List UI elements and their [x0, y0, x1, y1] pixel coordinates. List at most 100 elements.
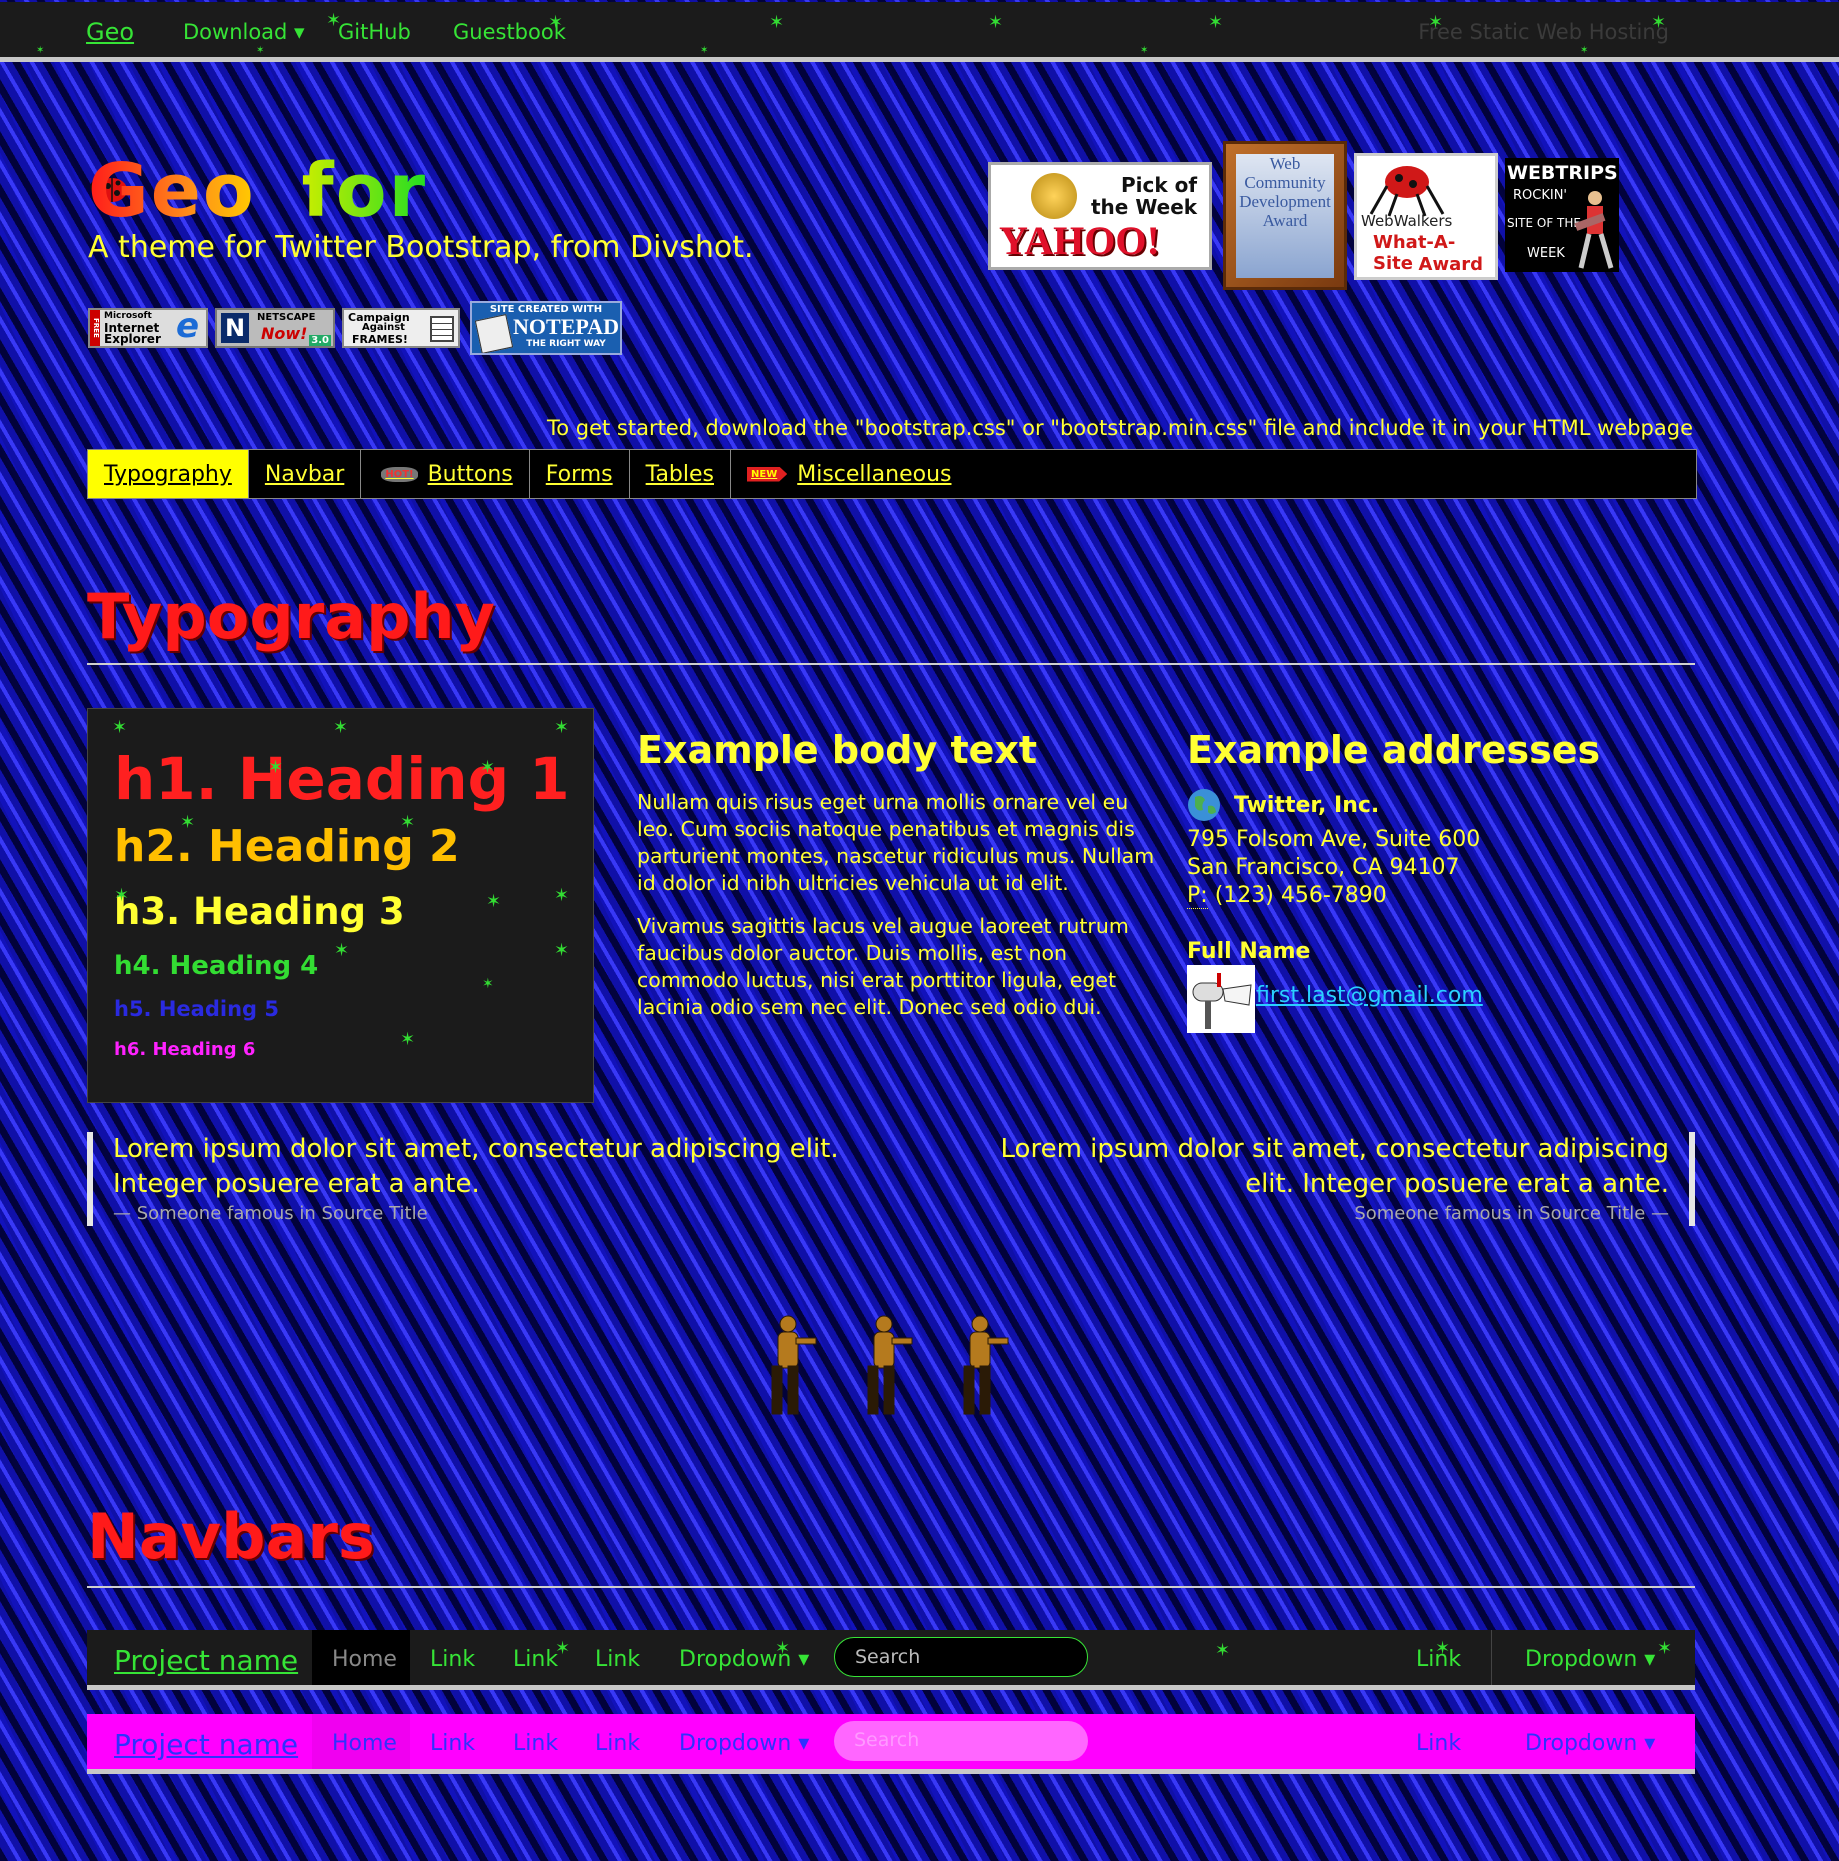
navbar-home[interactable]: Home: [332, 1647, 397, 1672]
navbar-inverse: Project name Home Link Link Link Dropdow…: [87, 1714, 1695, 1774]
badge-line3: THE RIGHT WAY: [526, 339, 606, 349]
section-divider: [87, 663, 1695, 665]
quote-text: Lorem ipsum dolor sit amet, consectetur …: [1000, 1134, 1669, 1199]
tab-label: Navbar: [264, 461, 345, 487]
navbar-brand[interactable]: Project name: [114, 1644, 298, 1677]
award-line3: YAHOO!: [999, 218, 1160, 263]
email-link[interactable]: first.last@gmail.com: [1256, 983, 1483, 1008]
navbar-link-3[interactable]: Link: [595, 1647, 640, 1672]
sparkle-icon: ✶: [1140, 45, 1149, 56]
no-frames-badge[interactable]: Campaign Against FRAMES!: [342, 308, 460, 348]
badge-line3: Explorer: [104, 332, 161, 346]
badge-side-label: FREE: [90, 310, 100, 346]
sparkle-icon: ✶: [988, 12, 1004, 33]
award-line1: WebWalkers: [1361, 212, 1453, 230]
guitarist-icon: [1574, 191, 1614, 269]
sparkle-icon: ✶: [112, 717, 128, 738]
body-paragraph-2: Vivamus sagittis lacus vel augue laoreet…: [637, 914, 1129, 1019]
webtrips-award[interactable]: WEBTRIPS ROCKIN' SITE OF THE WEEK: [1505, 158, 1619, 272]
tab-label: Buttons: [427, 461, 513, 487]
top-navbar: Geo Download ▾ GitHub Guestbook Free Sta…: [0, 2, 1839, 62]
heading-3: h3. Heading 3: [114, 890, 405, 933]
nav-download-dropdown[interactable]: Download ▾: [183, 20, 305, 44]
heading-4: h4. Heading 4: [114, 951, 319, 981]
sparkle-icon: ✶: [486, 891, 502, 912]
nav-guestbook[interactable]: Guestbook: [453, 20, 566, 44]
navbar-divider: [1491, 1630, 1492, 1685]
navbar-right-dropdown[interactable]: Dropdown ▾: [1525, 1647, 1655, 1672]
navbar-link-1[interactable]: Link: [430, 1647, 475, 1672]
sparkle-icon: ✶: [769, 12, 785, 33]
navbar-default: Project name Home Link Link Link Dropdow…: [87, 1630, 1695, 1690]
quote-source: — Someone famous in Source Title: [113, 1203, 428, 1224]
addresses-title: Example addresses: [1187, 728, 1601, 772]
tab-miscellaneous[interactable]: NEW Miscellaneous: [731, 450, 967, 498]
ie-logo-icon: e: [176, 308, 200, 346]
navbar-link-1[interactable]: Link: [430, 1731, 475, 1756]
sparkle-icon: ✶: [482, 976, 494, 992]
heading-2: h2. Heading 2: [114, 821, 460, 872]
navbar-dropdown[interactable]: Dropdown ▾: [679, 1731, 809, 1756]
navbar-right-link[interactable]: Link: [1416, 1731, 1461, 1756]
award-line2: Community: [1244, 173, 1326, 192]
blockquote-left: Lorem ipsum dolor sit amet, consectetur …: [87, 1132, 873, 1226]
netscape-logo-icon: N: [221, 313, 249, 343]
street-address: 795 Folsom Ave, Suite 600: [1187, 827, 1481, 852]
badge-version: 3.0: [309, 335, 331, 346]
section-divider: [87, 1586, 1695, 1588]
navbar-link-2[interactable]: Link: [513, 1647, 558, 1672]
full-name: Full Name: [1187, 939, 1311, 964]
ie-badge[interactable]: FREE Microsoft Internet Explorer e: [88, 308, 208, 348]
phone-label: P:: [1187, 883, 1208, 909]
phone-line: P: (123) 456-7890: [1187, 882, 1387, 910]
netscape-badge[interactable]: N NETSCAPE Now! 3.0: [215, 308, 335, 348]
navbar-dropdown[interactable]: Dropdown ▾: [679, 1647, 809, 1672]
navbar-link-2[interactable]: Link: [513, 1731, 558, 1756]
city-address: San Francisco, CA 94107: [1187, 855, 1460, 880]
tab-navbar[interactable]: Navbar: [249, 450, 362, 498]
title-word-for: for: [301, 148, 428, 234]
yahoo-award[interactable]: Pick of the Week YAHOO!: [988, 162, 1212, 270]
tab-forms[interactable]: Forms: [530, 450, 630, 498]
award-line3: SITE OF THE: [1507, 216, 1581, 230]
tab-tables[interactable]: Tables: [630, 450, 731, 498]
nav-github[interactable]: GitHub: [338, 20, 411, 44]
navbar-link-3[interactable]: Link: [595, 1731, 640, 1756]
navbar-brand[interactable]: Project name: [114, 1728, 298, 1761]
sparkle-icon: ✶: [400, 1029, 416, 1050]
award-line1: Pick of: [1121, 173, 1198, 197]
tab-label: Forms: [545, 461, 613, 487]
page-title: Geo for: [88, 148, 427, 234]
badge-line3: FRAMES!: [352, 333, 408, 346]
navbar-right-dropdown[interactable]: Dropdown ▾: [1525, 1731, 1655, 1756]
phone-number: (123) 456-7890: [1214, 883, 1387, 908]
navbar-search-input[interactable]: Search: [834, 1721, 1088, 1761]
award-plaque: Web Community Development Award: [1236, 154, 1334, 278]
award-line1: WEBTRIPS: [1507, 162, 1618, 184]
title-word-geo: Geo: [88, 148, 256, 234]
new-icon: NEW: [747, 466, 788, 482]
notepad-badge[interactable]: SITE CREATED WITH NOTEPAD THE RIGHT WAY: [470, 301, 622, 355]
tab-typography[interactable]: Typography: [88, 450, 249, 498]
badge-line2: Now!: [261, 324, 308, 343]
sparkle-icon: ✶: [36, 45, 45, 56]
navbar-home[interactable]: Home: [332, 1731, 397, 1756]
webwalkers-award[interactable]: WebWalkers What-A-Site Award: [1354, 153, 1498, 280]
brand-link[interactable]: Geo: [86, 18, 134, 46]
sparkle-icon: ✶: [1208, 12, 1224, 33]
get-started-note: To get started, download the "bootstrap.…: [546, 416, 1693, 440]
sparkle-icon: ✶: [554, 717, 570, 738]
quote-text: Lorem ipsum dolor sit amet, consectetur …: [113, 1134, 839, 1199]
badge-line2: NOTEPAD: [513, 314, 619, 339]
navbar-search-input[interactable]: Search: [834, 1637, 1088, 1677]
tab-buttons[interactable]: HOT! Buttons: [361, 450, 530, 498]
web-community-award[interactable]: Web Community Development Award: [1223, 141, 1347, 290]
navbar-right-link[interactable]: Link: [1416, 1647, 1461, 1672]
nav-free-hosting[interactable]: Free Static Web Hosting: [1418, 20, 1669, 44]
tab-label: Tables: [645, 461, 714, 487]
sparkle-icon: ✶: [1657, 1638, 1673, 1659]
mailbox-icon: [1187, 965, 1255, 1033]
section-tabs: Typography Navbar HOT! Buttons Forms Tab…: [87, 449, 1697, 499]
heading-5: h5. Heading 5: [114, 997, 279, 1021]
typography-title: Typography: [87, 580, 496, 653]
